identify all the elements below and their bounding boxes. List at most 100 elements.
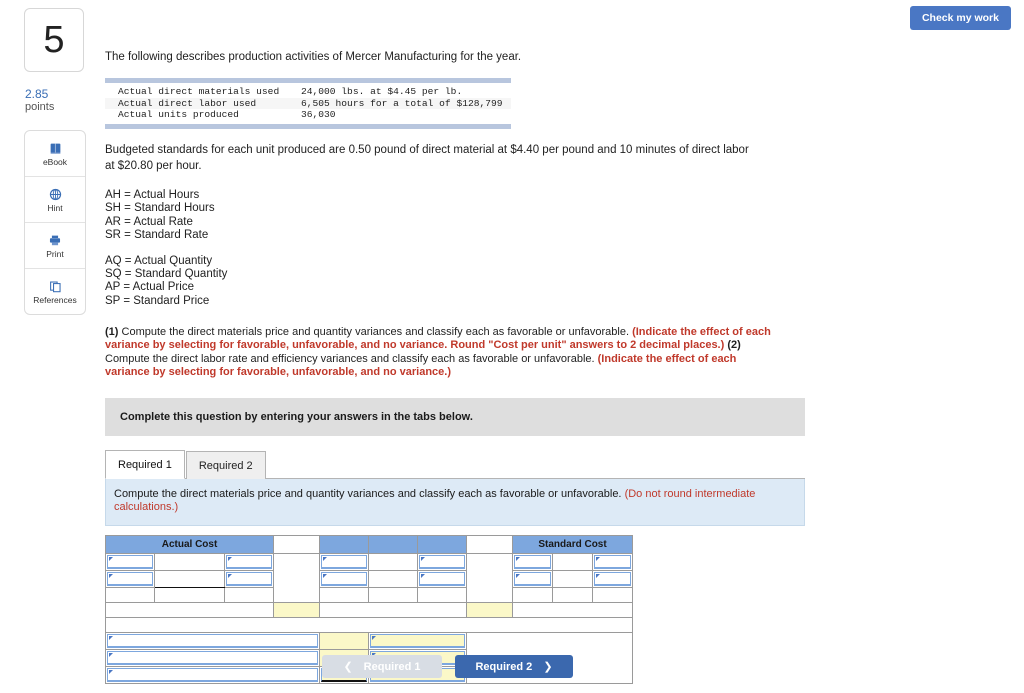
cell-actual-1-b[interactable] (154, 552, 225, 571)
input-field[interactable] (320, 587, 369, 602)
input-field[interactable] (226, 554, 273, 569)
input-field[interactable] (107, 571, 153, 586)
input-field[interactable] (553, 553, 593, 570)
input-field[interactable] (155, 570, 224, 587)
input-field[interactable] (226, 571, 273, 586)
input-field[interactable] (419, 554, 466, 569)
cell-actual-2-b[interactable] (154, 569, 225, 588)
input-field[interactable] (593, 587, 633, 602)
cell-standard-3-c[interactable] (592, 586, 634, 603)
requirement-1-number: (1) (105, 325, 119, 338)
cell-standard-1-c[interactable] (592, 552, 634, 571)
data-row-value: 6,505 hours for a total of $128,799 (301, 97, 503, 109)
input-field[interactable] (513, 587, 553, 602)
input-field[interactable] (514, 571, 552, 586)
tab-required-1[interactable]: Required 1 (105, 449, 185, 479)
cell-summary-1-effect[interactable] (368, 631, 468, 650)
cell-variance-left-label[interactable] (104, 601, 275, 618)
cell-mid-2-c[interactable] (417, 569, 468, 588)
header-mid-3 (417, 534, 468, 554)
cell-standard-3-b[interactable] (552, 586, 594, 603)
cell-standard-2-c[interactable] (592, 569, 634, 588)
cell-mid-1-b[interactable] (368, 552, 419, 571)
cell-standard-1-a[interactable] (512, 552, 554, 571)
input-field[interactable] (369, 553, 418, 570)
tab-required-2[interactable]: Required 2 (185, 450, 266, 479)
input-field[interactable] (225, 587, 274, 602)
requirement-2-number: (2) (727, 339, 741, 352)
hint-button[interactable]: Hint (25, 177, 85, 223)
input-field[interactable] (321, 571, 368, 586)
input-field[interactable] (594, 554, 632, 569)
input-field[interactable] (553, 570, 593, 587)
cell-actual-2-c[interactable] (223, 569, 275, 588)
input-field[interactable] (419, 571, 466, 586)
cell-summary-1-label[interactable] (104, 631, 321, 650)
cell-actual-1-c[interactable] (223, 552, 275, 571)
header-standard-cost: Standard Cost (512, 534, 634, 554)
cell-mid-1-c[interactable] (417, 552, 468, 571)
cell-standard-1-b[interactable] (552, 552, 594, 571)
cell-mid-1-a[interactable] (319, 552, 370, 571)
input-field[interactable] (321, 554, 368, 569)
cell-variance-right-value[interactable] (466, 601, 514, 618)
ebook-button[interactable]: eBook (25, 131, 85, 177)
input-field[interactable] (155, 553, 224, 570)
input-field-yellow[interactable] (467, 602, 513, 617)
cell-spacer-left (273, 552, 321, 603)
header-spacer-1 (273, 534, 321, 554)
input-field[interactable] (514, 554, 552, 569)
dropdown-field[interactable] (370, 633, 466, 648)
cell-actual-3-c[interactable] (223, 586, 275, 603)
previous-required-button[interactable]: ❮ Required 1 (322, 655, 442, 678)
next-required-button[interactable]: Required 2 ❯ (455, 655, 573, 678)
input-field-yellow[interactable] (274, 602, 320, 617)
cell-actual-3-b[interactable] (154, 586, 225, 603)
input-field[interactable] (107, 667, 319, 682)
input-field[interactable] (369, 587, 418, 602)
cell-actual-3-a[interactable] (105, 586, 155, 603)
cell-mid-3-c[interactable] (417, 586, 468, 603)
references-button[interactable]: References (25, 269, 85, 314)
cell-actual-2-a[interactable] (105, 569, 155, 588)
cell-summary-1-amount[interactable] (319, 631, 370, 650)
input-field[interactable] (155, 587, 224, 602)
cell-variance-mid-label[interactable] (319, 601, 468, 618)
cell-variance-left-value[interactable] (273, 601, 321, 618)
tab-panel-instruction-text: Compute the direct materials price and q… (114, 487, 625, 500)
input-field[interactable] (107, 650, 319, 665)
main-content: The following describes production activ… (104, 50, 815, 684)
input-field-yellow[interactable] (320, 632, 369, 649)
input-field[interactable] (106, 587, 154, 602)
cell-mid-3-a[interactable] (319, 586, 370, 603)
check-my-work-button[interactable]: Check my work (909, 6, 1011, 30)
cell-standard-2-a[interactable] (512, 569, 554, 588)
input-field[interactable] (594, 571, 632, 586)
input-field[interactable] (106, 602, 274, 617)
cell-summary-3-label[interactable] (104, 665, 321, 684)
input-field[interactable] (107, 633, 319, 648)
cell-mid-3-b[interactable] (368, 586, 419, 603)
data-row-value: 36,030 (301, 109, 336, 121)
grid-divider-row (104, 616, 634, 633)
chevron-left-icon: ❮ (343, 661, 353, 673)
legend-item: SP = Standard Price (105, 294, 210, 307)
cell-summary-2-label[interactable] (104, 648, 321, 667)
input-field[interactable] (107, 554, 153, 569)
cell-mid-2-a[interactable] (319, 569, 370, 588)
copy-icon (49, 279, 62, 294)
footer-navigation: ❮ Required 1 Required 2 ❯ (322, 655, 573, 678)
input-field[interactable] (553, 587, 593, 602)
next-required-label: Required 2 (475, 660, 533, 673)
cell-actual-1-a[interactable] (105, 552, 155, 571)
print-button[interactable]: Print (25, 223, 85, 269)
input-field[interactable] (320, 602, 467, 617)
cell-mid-2-b[interactable] (368, 569, 419, 588)
cell-standard-3-a[interactable] (512, 586, 554, 603)
input-field[interactable] (513, 602, 633, 617)
input-field[interactable] (369, 570, 418, 587)
globe-icon (49, 187, 62, 202)
cell-standard-2-b[interactable] (552, 569, 594, 588)
input-field[interactable] (418, 587, 467, 602)
cell-variance-right-label[interactable] (512, 601, 634, 618)
